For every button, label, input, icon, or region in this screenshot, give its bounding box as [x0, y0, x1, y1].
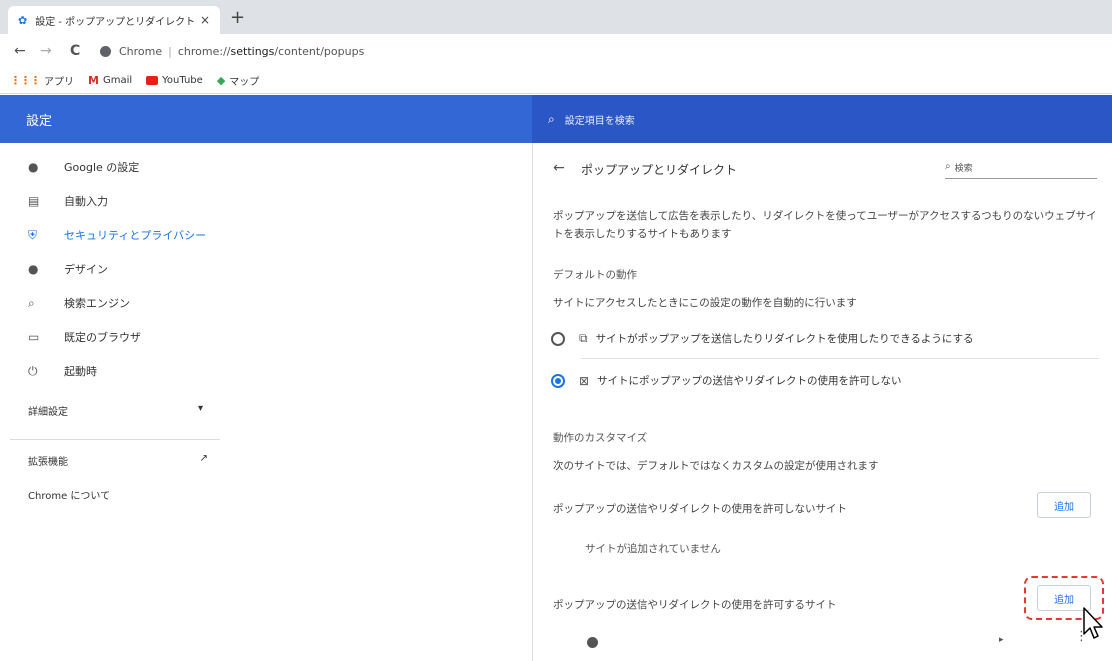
sidebar-item-startup[interactable]: ⏻ 起動時	[28, 361, 97, 381]
sidebar-item-label: デザイン	[64, 263, 108, 276]
youtube-icon	[146, 76, 159, 85]
toolbar: ← → C Chrome | chrome://settings/content…	[0, 34, 1112, 68]
sidebar-item-privacy[interactable]: ⛨ セキュリティとプライバシー	[28, 225, 206, 245]
radio-allow-popups[interactable]: ⧉ サイトがポップアップを送信したりリダイレクトを使用したりできるようにする	[551, 331, 973, 346]
sidebar-item-search[interactable]: ⌕ 検索エンジン	[28, 293, 130, 313]
power-icon: ⏻	[28, 363, 38, 378]
globe-icon	[587, 637, 598, 648]
reload-button[interactable]: C	[70, 43, 80, 59]
shield-icon: ⛨	[28, 227, 38, 242]
chrome-site-icon	[100, 45, 111, 57]
default-behavior-heading: デフォルトの動作	[553, 269, 637, 281]
sidebar-item-browser[interactable]: ▭ 既定のブラウザ	[28, 327, 141, 347]
address-bar[interactable]: Chrome | chrome://settings/content/popup…	[96, 40, 1106, 62]
empty-list-text: サイトが追加されていません	[585, 543, 721, 555]
apps-grid-icon: ⋮⋮⋮	[10, 74, 41, 87]
radio-label: サイトがポップアップを送信したりリダイレクトを使用したりできるようにする	[595, 333, 974, 345]
bookmark-label: Gmail	[102, 75, 133, 86]
panel-title: ポップアップとリダイレクト	[581, 163, 738, 177]
divider	[581, 358, 1099, 359]
sidebar-item-label: セキュリティとプライバシー	[64, 229, 207, 242]
mouse-pointer-icon	[1083, 607, 1103, 639]
tab-settings[interactable]: ✿ 設定 - ポップアップとリダイレクト ×	[8, 6, 220, 34]
maps-icon: ◆	[216, 74, 226, 87]
tab-strip: ✿ 設定 - ポップアップとリダイレクト × +	[0, 0, 1112, 34]
open-in-new-icon: ⧉	[579, 331, 588, 345]
page-title: 設定	[26, 114, 53, 129]
search-icon: ⌕	[28, 295, 35, 310]
allowed-sites-label: ポップアップの送信やリダイレクトの使用を許可するサイト	[553, 599, 837, 611]
sidebar-item-label: 拡張機能	[28, 457, 68, 468]
palette-icon: ●	[28, 262, 39, 276]
bookmarks-bar: ⋮⋮⋮ アプリ M Gmail YouTube ◆ マップ	[0, 68, 1112, 94]
gear-icon: ✿	[18, 13, 28, 27]
sidebar-item-about[interactable]: Chrome について	[28, 487, 110, 502]
add-blocked-site-button[interactable]: 追加	[1037, 492, 1091, 518]
back-button[interactable]: ←	[14, 43, 26, 59]
divider	[10, 439, 220, 440]
radio-button[interactable]	[551, 331, 565, 346]
person-icon: ●	[28, 160, 39, 174]
sidebar-item-extensions[interactable]: 拡張機能 ↗	[28, 453, 208, 468]
settings-header: 設定 ⌕ 設定項目を検索	[0, 95, 1112, 143]
bookmark-maps[interactable]: ◆ マップ	[217, 73, 259, 88]
radio-block-popups[interactable]: ⊠ サイトにポップアップの送信やリダイレクトの使用を許可しない	[551, 373, 902, 388]
sidebar-item-label: 起動時	[64, 365, 97, 378]
bookmark-gmail[interactable]: M Gmail	[88, 74, 132, 87]
clipboard-icon: ▤	[28, 194, 40, 208]
blocked-sites-label: ポップアップの送信やリダイレクトの使用を許可しないサイト	[553, 503, 847, 515]
browser-icon: ▭	[28, 330, 40, 344]
panel-search-input[interactable]: ⌕ 検索	[945, 161, 1097, 179]
sidebar: ● Google の設定 ▤ 自動入力 ⛨ セキュリティとプライバシー ● デザ…	[0, 143, 532, 661]
panel-description: ポップアップを送信して広告を表示したり、リダイレクトを使ってユーザーがアクセスす…	[553, 210, 1097, 240]
close-icon[interactable]: ×	[200, 13, 210, 27]
sidebar-item-label: 検索エンジン	[64, 297, 130, 310]
settings-search-input[interactable]: ⌕ 設定項目を検索	[532, 95, 1112, 143]
site-label: Chrome	[119, 44, 163, 58]
search-placeholder: 設定項目を検索	[564, 115, 635, 127]
forward-button[interactable]: →	[40, 43, 52, 59]
gmail-icon: M	[88, 74, 99, 87]
sidebar-item-autofill[interactable]: ▤ 自動入力	[28, 191, 108, 211]
sidebar-item-label: 自動入力	[64, 195, 108, 208]
search-placeholder: 検索	[954, 164, 973, 174]
bookmark-label: YouTube	[162, 75, 203, 86]
chevron-down-icon: ▾	[197, 403, 203, 414]
popups-settings-panel: ← ポップアップとリダイレクト ⌕ 検索 ポップアップを送信して広告を表示したり…	[532, 143, 1112, 661]
search-icon: ⌕	[548, 111, 555, 126]
radio-label: サイトにポップアップの送信やリダイレクトの使用を許可しない	[597, 375, 902, 387]
sidebar-item-design[interactable]: ● デザイン	[28, 259, 108, 279]
search-icon: ⌕	[945, 161, 951, 172]
open-in-new-icon: ↗	[199, 453, 208, 464]
sidebar-item-label: Google の設定	[64, 161, 140, 174]
radio-button-checked[interactable]	[551, 373, 565, 388]
sidebar-item-advanced[interactable]: 詳細設定 ▾	[28, 403, 203, 418]
bookmark-label: マップ	[229, 77, 260, 88]
bookmark-label: アプリ	[44, 77, 74, 88]
url-text: chrome://settings/content/popups	[177, 44, 365, 58]
sidebar-item-google[interactable]: ● Google の設定	[28, 157, 139, 177]
sidebar-item-label: 既定のブラウザ	[64, 331, 141, 344]
block-popup-icon: ⊠	[579, 373, 590, 388]
bookmark-youtube[interactable]: YouTube	[146, 75, 203, 86]
new-tab-button[interactable]: +	[230, 8, 245, 28]
sidebar-item-label: 詳細設定	[28, 407, 68, 418]
bookmark-apps[interactable]: ⋮⋮⋮ アプリ	[10, 73, 74, 88]
chevron-right-icon[interactable]: ▸	[999, 635, 1004, 645]
default-behavior-subtext: サイトにアクセスしたときにこの設定の動作を自動的に行います	[553, 297, 857, 309]
customize-subtext: 次のサイトでは、デフォルトではなくカスタムの設定が使用されます	[553, 460, 879, 472]
back-arrow-button[interactable]: ←	[553, 160, 565, 176]
tab-title: 設定 - ポップアップとリダイレクト	[35, 16, 196, 28]
url-separator: |	[168, 44, 172, 58]
customize-heading: 動作のカスタマイズ	[553, 432, 648, 444]
